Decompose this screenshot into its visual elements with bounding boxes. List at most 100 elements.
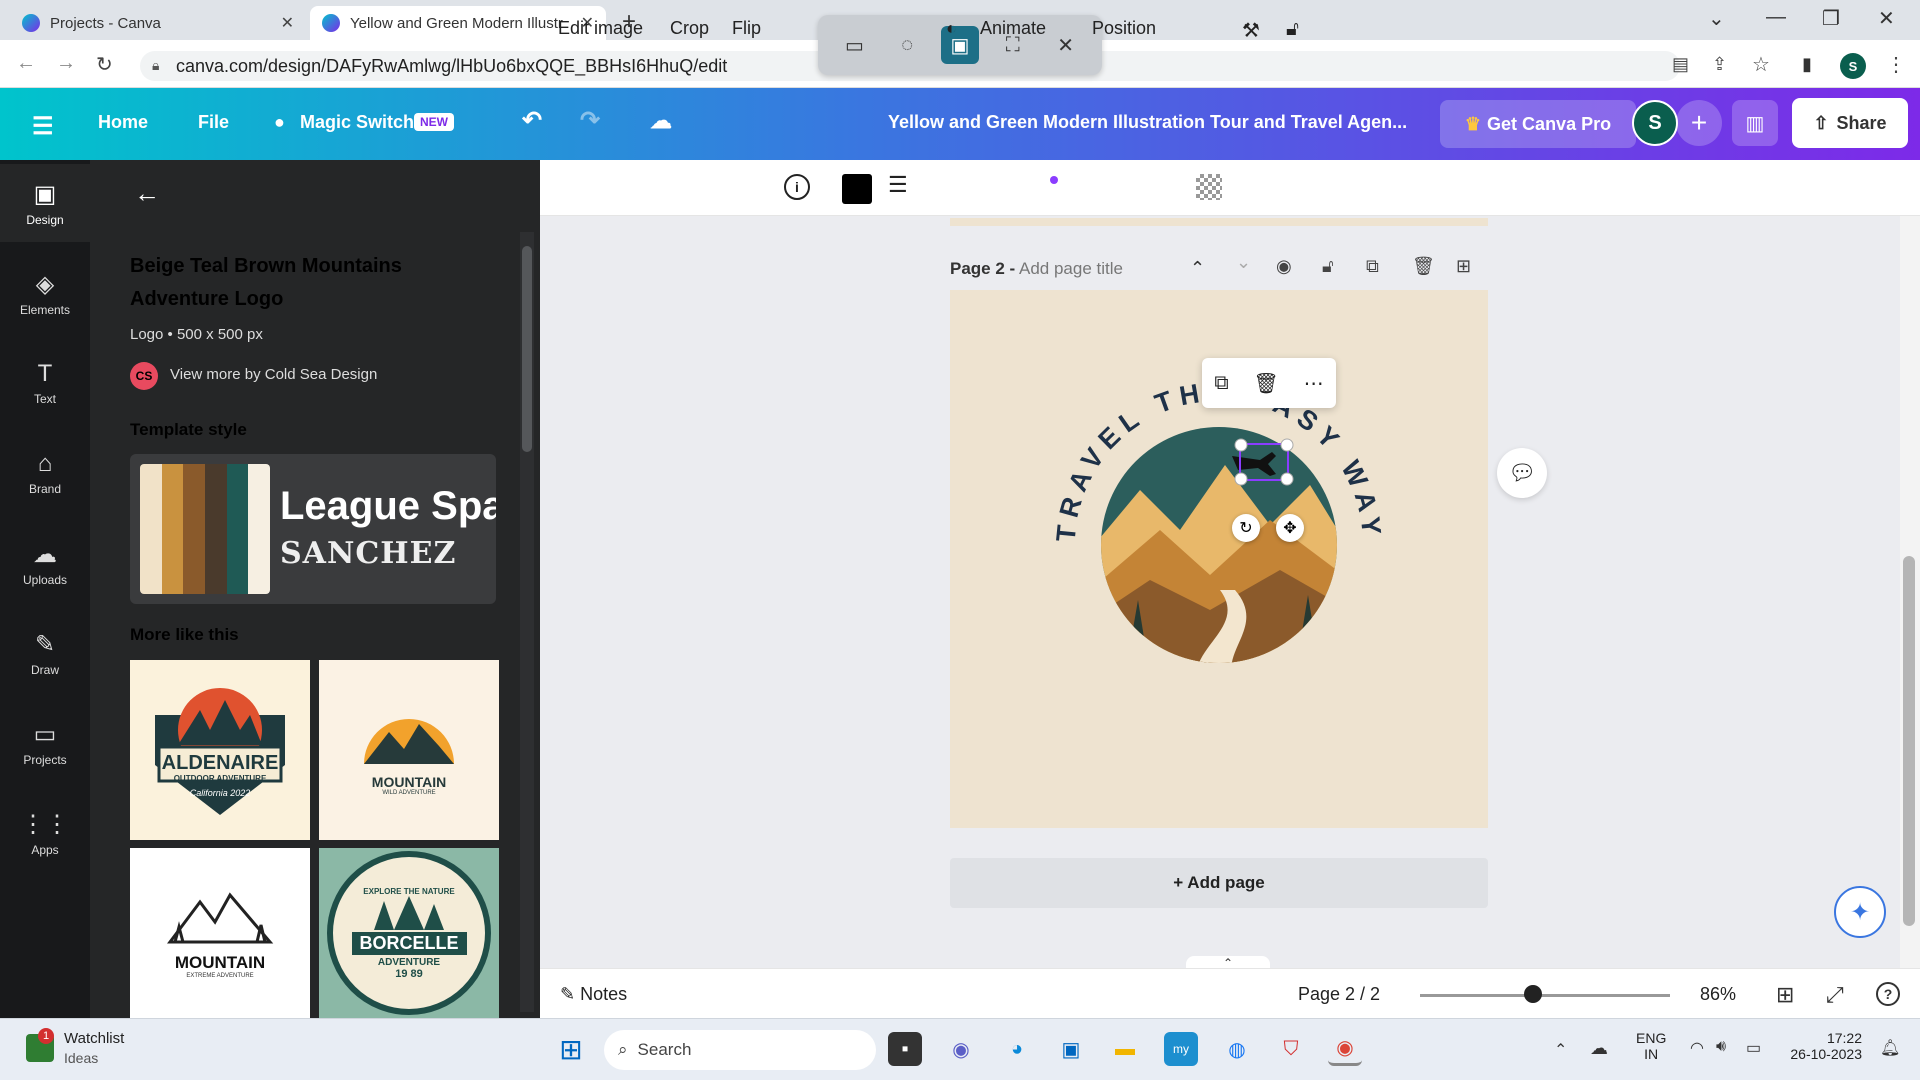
windows-start-icon[interactable]: ⊞ (554, 1032, 588, 1066)
paint-roller-icon[interactable]: ⚒ (1242, 18, 1260, 43)
clock[interactable]: 17:22 26-10-2023 (1786, 1030, 1862, 1062)
color-swatch[interactable] (842, 174, 872, 204)
share-page-icon[interactable]: ⇪ (1712, 54, 1727, 75)
creator-avatar[interactable]: CS (130, 362, 158, 390)
wifi-icon[interactable]: ◠ (1690, 1038, 1704, 1058)
volume-icon[interactable]: 🔊︎ (1716, 1038, 1726, 1056)
template-thumb[interactable]: MOUNTAIN WILD ADVENTURE (319, 660, 499, 840)
rail-apps[interactable]: ⋮⋮ Apps (0, 794, 90, 872)
notes-button[interactable]: ✎ Notes (560, 984, 627, 1005)
share-button[interactable]: ⇧ Share (1792, 98, 1908, 148)
rotate-handle-icon[interactable]: ↻ (1232, 514, 1260, 542)
zoom-slider[interactable] (1420, 994, 1670, 997)
animate-button[interactable]: Animate (980, 18, 1046, 39)
minimize-button[interactable]: — (1766, 6, 1786, 29)
magic-assistant-icon[interactable]: ✦ (1834, 886, 1886, 938)
invite-plus-button[interactable]: + (1676, 100, 1722, 146)
flip-button[interactable]: Flip (732, 18, 761, 39)
chrome-icon[interactable]: ◉ (1328, 1032, 1362, 1066)
store-icon[interactable]: ▣ (1054, 1032, 1088, 1066)
page-count[interactable]: Page 2 / 2 (1298, 984, 1380, 1005)
close-window-button[interactable]: ✕ (1878, 6, 1895, 31)
grid-view-icon[interactable]: ⊞ (1776, 982, 1794, 1008)
freeform-snip-icon[interactable]: ◌ (888, 26, 926, 64)
rail-uploads[interactable]: ☁ Uploads (0, 524, 90, 602)
template-thumb[interactable]: EXPLORE THE NATURE BORCELLE ADVENTURE 19… (319, 848, 499, 1018)
rail-elements[interactable]: ◈ Elements (0, 254, 90, 332)
delete-page-icon[interactable]: 🗑︎ (1412, 256, 1435, 277)
language-indicator[interactable]: ENG IN (1636, 1030, 1666, 1062)
chrome-alt-icon[interactable]: ◍ (1220, 1032, 1254, 1066)
get-canva-pro-button[interactable]: ♛ Get Canva Pro (1440, 100, 1636, 148)
rail-text[interactable]: T Text (0, 344, 90, 422)
rail-draw[interactable]: ✎ Draw (0, 614, 90, 692)
restore-button[interactable]: ❐ (1822, 6, 1840, 31)
lock-icon[interactable]: 🔓︎ (1286, 18, 1299, 41)
onedrive-icon[interactable]: ☁ (1590, 1038, 1608, 1059)
cloud-saved-icon[interactable]: ☁ (650, 108, 672, 134)
zoom-slider-knob[interactable] (1523, 985, 1542, 1003)
page-title-input[interactable]: Add page title (1019, 259, 1123, 278)
mcafee-icon[interactable]: ⛉ (1274, 1032, 1308, 1066)
template-thumb[interactable]: MOUNTAIN EXTREME ADVENTURE (130, 848, 310, 1018)
battery-icon[interactable]: ▭ (1746, 1038, 1761, 1058)
edge-icon[interactable]: ◕ (1000, 1032, 1034, 1066)
tab-projects[interactable]: Projects - Canva ✕ (10, 6, 306, 40)
line-weight-icon[interactable]: ☰ (888, 172, 908, 198)
document-title[interactable]: Yellow and Green Modern Illustration Tou… (888, 112, 1407, 133)
home-button[interactable]: Home (98, 112, 148, 133)
back-arrow-icon[interactable]: ← (134, 178, 160, 209)
move-handle-icon[interactable]: ✥ (1276, 514, 1304, 542)
panel-scrollbar-thumb[interactable] (522, 246, 532, 452)
duplicate-page-icon[interactable]: ⧉ (1366, 256, 1379, 277)
file-menu[interactable]: File (198, 112, 229, 133)
system-tray-chevron-icon[interactable]: ⌃ (1554, 1040, 1567, 1060)
close-tab-icon[interactable]: ✕ (281, 13, 294, 33)
lock-page-icon[interactable]: 🔓︎ (1322, 256, 1334, 277)
add-page-button[interactable]: + Add page (950, 858, 1488, 908)
more-options-icon[interactable]: ⋯ (1304, 371, 1324, 396)
crop-button[interactable]: Crop (670, 18, 709, 39)
bookmark-star-icon[interactable]: ☆ (1752, 52, 1770, 77)
rectangle-snip-icon[interactable]: ▭ (835, 26, 873, 64)
help-icon[interactable]: ? (1876, 982, 1900, 1006)
task-view-icon[interactable]: ▪ (888, 1032, 922, 1066)
template-style-card[interactable]: League Spa SANCHEZ (130, 454, 496, 604)
delete-element-icon[interactable]: 🗑︎ (1253, 371, 1278, 396)
redo-icon[interactable]: ↷ (580, 106, 600, 135)
edit-image-button[interactable]: Edit image (558, 18, 643, 39)
reload-icon[interactable]: ↻ (96, 52, 113, 77)
teams-icon[interactable]: ◉ (944, 1032, 978, 1066)
myapp-icon[interactable]: my (1164, 1032, 1198, 1066)
magic-switch-button[interactable]: Magic Switch (300, 112, 414, 133)
position-button[interactable]: Position (1092, 18, 1156, 39)
rail-projects[interactable]: ▭ Projects (0, 704, 90, 782)
move-page-up-icon[interactable]: ⌃ (1190, 258, 1205, 279)
profile-avatar[interactable]: S (1840, 53, 1866, 79)
watchlist-label[interactable]: Watchlist (64, 1030, 124, 1047)
sidebar-icon[interactable]: ▮ (1802, 54, 1812, 75)
close-snip-icon[interactable]: ✕ (1047, 26, 1085, 64)
canvas-scrollbar-thumb[interactable] (1903, 556, 1915, 926)
move-page-down-icon[interactable]: ⌄ (1236, 252, 1251, 273)
template-thumb[interactable]: ALDENAIRE OUTDOOR ADVENTURE California 2… (130, 660, 310, 840)
file-explorer-icon[interactable]: ▬ (1108, 1032, 1142, 1066)
notifications-bell-icon[interactable]: 🔔︎ (1880, 1038, 1900, 1058)
install-icon[interactable]: ▤ (1672, 54, 1689, 75)
undo-icon[interactable]: ↶ (522, 106, 542, 135)
browser-menu-icon[interactable]: ⋮ (1886, 52, 1906, 77)
main-menu-icon[interactable]: ☰ (32, 112, 54, 141)
duplicate-element-icon[interactable]: ⧉ (1214, 372, 1228, 395)
animate-icon[interactable]: ◐ (946, 18, 957, 39)
lock-icon[interactable]: 🔒︎ (152, 57, 159, 74)
rail-design[interactable]: ▣ Design (0, 164, 90, 242)
forward-icon[interactable]: → (56, 52, 76, 75)
back-icon[interactable]: ← (16, 52, 36, 75)
fullscreen-icon[interactable]: ⤢ (1826, 982, 1844, 1008)
user-avatar[interactable]: S (1632, 100, 1678, 146)
hide-page-icon[interactable]: ◉ (1276, 256, 1292, 277)
rail-brand[interactable]: ⌂ Brand (0, 434, 90, 512)
add-comment-icon[interactable]: 💬︎ (1497, 448, 1547, 498)
add-page-icon[interactable]: ⊞ (1456, 256, 1471, 277)
insights-chart-icon[interactable]: ▥ (1732, 100, 1778, 146)
